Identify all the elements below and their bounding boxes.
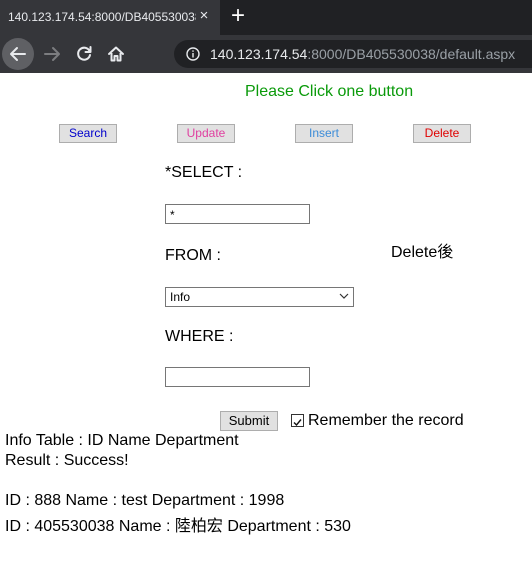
search-button[interactable]: Search [59, 124, 117, 143]
where-input[interactable] [165, 367, 310, 387]
insert-button[interactable]: Insert [295, 124, 353, 143]
from-label: FROM : [165, 247, 221, 264]
result-line: Info Table : ID Name Department [5, 432, 239, 449]
tab-bar: 140.123.174.54:8000/DB405530038/default.… [0, 0, 532, 35]
submit-button[interactable]: Submit [220, 411, 278, 431]
url-text: 140.123.174.54:8000/DB405530038/default.… [210, 46, 515, 62]
page-prompt: Please Click one button [245, 83, 414, 100]
info-icon[interactable] [186, 47, 200, 61]
tab-title: 140.123.174.54:8000/DB405530038/default.… [8, 10, 196, 24]
address-bar[interactable]: 140.123.174.54:8000/DB405530038/default.… [174, 40, 532, 68]
back-arrow-icon [10, 47, 26, 61]
forward-button[interactable] [36, 38, 68, 70]
select-input[interactable]: * [165, 204, 310, 224]
where-label: WHERE : [165, 328, 234, 345]
chevron-down-icon [339, 293, 349, 299]
home-button[interactable] [100, 38, 132, 70]
back-button[interactable] [2, 38, 34, 70]
reload-button[interactable] [68, 38, 100, 70]
update-button[interactable]: Update [177, 124, 235, 143]
delete-button[interactable]: Delete [413, 124, 471, 143]
result-line: ID : 405530038 Name : 陸柏宏 Department : 5… [5, 518, 351, 535]
result-line: Result : Success! [5, 452, 129, 469]
from-select[interactable]: Info [165, 287, 354, 307]
browser-toolbar: 140.123.174.54:8000/DB405530038/default.… [0, 35, 532, 73]
side-note: Delete後 [391, 244, 454, 261]
checkmark-icon [293, 419, 302, 427]
browser-tab[interactable]: 140.123.174.54:8000/DB405530038/default.… [0, 0, 220, 35]
home-icon [108, 46, 124, 62]
url-host: 140.123.174.54 [210, 46, 308, 62]
remember-checkbox[interactable] [291, 414, 304, 427]
reload-icon [77, 46, 92, 61]
select-label: *SELECT : [165, 164, 243, 181]
forward-arrow-icon [44, 47, 60, 61]
from-select-value: Info [170, 290, 191, 304]
result-line: ID : 888 Name : test Department : 1998 [5, 492, 285, 509]
remember-label: Remember the record [308, 412, 464, 429]
url-path: :8000/DB405530038/default.aspx [307, 46, 516, 62]
page-content: Please Click one button Search Update In… [0, 73, 532, 562]
plus-icon[interactable]: + [226, 4, 250, 28]
close-icon[interactable]: × [196, 8, 212, 24]
